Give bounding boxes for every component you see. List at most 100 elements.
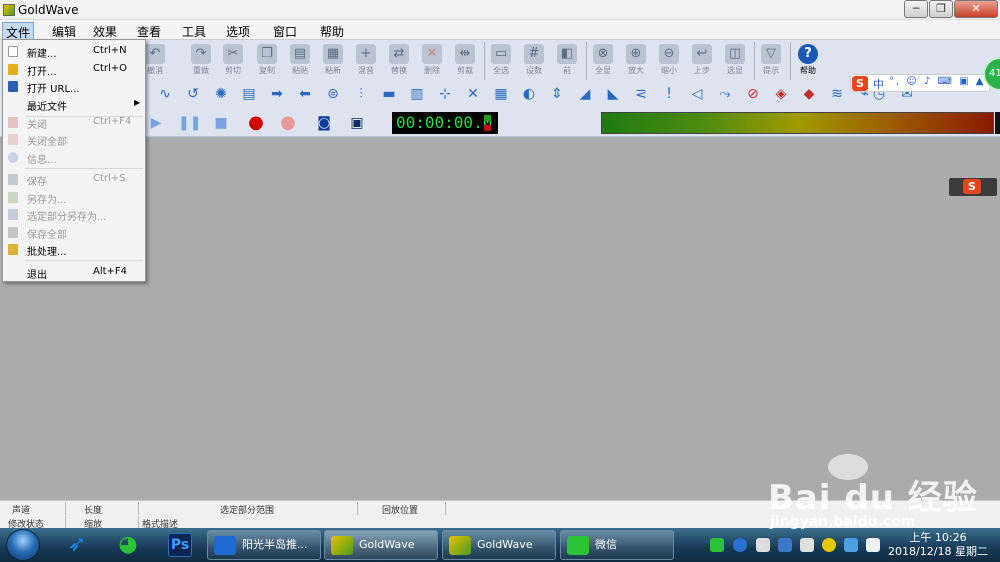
menu-item-batch[interactable]: 批处理...: [3, 241, 145, 258]
paste-button[interactable]: ▤ 粘贴: [285, 42, 315, 78]
pause-button[interactable]: ❚❚: [178, 113, 201, 133]
redo-button[interactable]: ↷ 重做: [186, 42, 216, 78]
play-button[interactable]: ▶: [146, 113, 166, 133]
menu-help[interactable]: 帮助: [317, 22, 347, 41]
start-button[interactable]: [6, 529, 40, 561]
wechat-tray-icon[interactable]: [710, 538, 724, 552]
show-selection-button[interactable]: ◫ 选显: [720, 42, 750, 78]
menu-item-save-as[interactable]: 另存为...: [3, 189, 145, 206]
menu-window[interactable]: 窗口: [270, 22, 300, 41]
control-properties-button[interactable]: ◙: [314, 113, 334, 133]
taskbar-item-wechat[interactable]: 微信: [560, 530, 674, 560]
record-button[interactable]: ●: [246, 113, 266, 133]
effect-icon[interactable]: ▦: [491, 84, 511, 104]
ime-tool-icons[interactable]: °, ☺ ♪ ⌨ ▣ ▲: [889, 76, 985, 87]
record-pause-button[interactable]: ●: [278, 113, 298, 133]
trim-button[interactable]: ⇹ 剪裁: [450, 42, 480, 78]
effect-icon[interactable]: ◁: [687, 84, 707, 104]
cue-button[interactable]: ▽ 提示: [756, 42, 786, 78]
zoom-out-button[interactable]: ⊖ 缩小: [654, 42, 684, 78]
help-button[interactable]: ? 帮助: [793, 42, 823, 78]
menu-item-save-selection-as[interactable]: 选定部分另存为...: [3, 206, 145, 223]
effect-icon[interactable]: ➡: [267, 84, 287, 104]
menu-item-close[interactable]: 关闭 Ctrl+F4: [3, 114, 145, 131]
select-all-button[interactable]: ▭ 全选: [486, 42, 516, 78]
volume-icon[interactable]: [756, 538, 770, 552]
taskbar-item-goldwave[interactable]: GoldWave: [442, 530, 556, 560]
effect-icon[interactable]: ⫶: [351, 84, 371, 104]
effect-icon[interactable]: ⊹: [435, 84, 455, 104]
ime-toolbar[interactable]: S 中 °, ☺ ♪ ⌨ ▣ ▲: [850, 74, 990, 92]
workspace-area[interactable]: [0, 137, 1000, 500]
menu-item-save[interactable]: 保存 Ctrl+S: [3, 171, 145, 188]
minimize-button[interactable]: ─: [904, 0, 928, 18]
menu-options[interactable]: 选项: [223, 22, 253, 41]
ime-mode-label[interactable]: 中: [873, 76, 884, 92]
set-marker-button[interactable]: # 设数: [519, 42, 549, 78]
network-icon[interactable]: [800, 538, 814, 552]
ime-floating-widget[interactable]: S: [949, 178, 997, 196]
menu-item-exit[interactable]: 退出 Alt+F4: [3, 264, 145, 281]
menu-item-save-all[interactable]: 保存全部: [3, 224, 145, 241]
menu-bar: 文件 编辑 效果 查看 工具 选项 窗口 帮助: [0, 20, 1000, 43]
tray-app-icon[interactable]: [822, 538, 836, 552]
clock[interactable]: 上午 10:26 2018/12/18 星期二: [888, 531, 988, 559]
battery-icon[interactable]: [866, 538, 880, 552]
menu-item-info[interactable]: 信息...: [3, 149, 145, 166]
menu-tools[interactable]: 工具: [179, 22, 209, 41]
wechat-pinned-icon[interactable]: ◕: [110, 530, 146, 560]
copy-button[interactable]: ❐ 复制: [252, 42, 282, 78]
menu-item-close-all[interactable]: 关闭全部: [3, 131, 145, 148]
taskbar-item[interactable]: 阳光半岛推...: [207, 530, 321, 560]
effect-icon[interactable]: ⊘: [743, 84, 763, 104]
effect-icon[interactable]: ◢: [575, 84, 595, 104]
bluetooth-icon[interactable]: [778, 538, 792, 552]
tray-app-icon[interactable]: [844, 538, 858, 552]
replace-icon: ⇄: [389, 44, 409, 64]
effect-icon[interactable]: ⬅: [295, 84, 315, 104]
menu-item-open-url[interactable]: 打开 URL...: [3, 78, 145, 95]
zoom-full-icon: ⊗: [593, 44, 613, 64]
delete-button[interactable]: ✕ 删除: [417, 42, 447, 78]
visual-window-button[interactable]: ▣: [347, 113, 367, 133]
photoshop-pinned-icon[interactable]: Ps: [168, 533, 192, 557]
effect-icon[interactable]: ✕: [463, 84, 483, 104]
previous-button[interactable]: ◧ 前: [552, 42, 582, 78]
status-led-green: [484, 115, 491, 121]
effect-icon[interactable]: ▤: [239, 84, 259, 104]
cut-button[interactable]: ✂ 剪切: [218, 42, 248, 78]
effect-icon[interactable]: ⇕: [547, 84, 567, 104]
close-button[interactable]: ✕: [954, 0, 998, 18]
menu-item-open[interactable]: 打开... Ctrl+O: [3, 61, 145, 78]
effect-icon[interactable]: ▥: [407, 84, 427, 104]
menu-item-recent-files[interactable]: 最近文件 ▶: [3, 96, 145, 113]
effect-icon[interactable]: ≋: [827, 84, 847, 104]
effect-icon[interactable]: ↺: [183, 84, 203, 104]
stop-button[interactable]: ■: [211, 113, 231, 133]
effect-icon[interactable]: ▬: [379, 84, 399, 104]
paste-new-button[interactable]: ▦ 粘新: [318, 42, 348, 78]
level-meter: [601, 112, 994, 134]
zoom-in-button[interactable]: ⊕ 放大: [621, 42, 651, 78]
tray-app-icon[interactable]: [733, 538, 747, 552]
previous-icon: ◧: [557, 44, 577, 64]
effect-icon[interactable]: ◣: [603, 84, 623, 104]
toolbar-divider: [586, 42, 587, 80]
show-all-button[interactable]: ⊗ 全显: [588, 42, 618, 78]
maximize-button[interactable]: ❐: [929, 0, 953, 18]
effect-icon[interactable]: ◐: [519, 84, 539, 104]
effect-icon[interactable]: ✺: [211, 84, 231, 104]
pinned-app-icon[interactable]: ➶: [60, 530, 94, 560]
replace-button[interactable]: ⇄ 替换: [384, 42, 414, 78]
effect-icon[interactable]: ◈: [771, 84, 791, 104]
taskbar-item-goldwave[interactable]: GoldWave: [324, 530, 438, 560]
effect-icon[interactable]: ⤳: [715, 84, 735, 104]
effect-icon[interactable]: ◆: [799, 84, 819, 104]
previous-step-button[interactable]: ↩ 上步: [687, 42, 717, 78]
menu-item-new[interactable]: 新建... Ctrl+N: [3, 43, 145, 60]
effect-icon[interactable]: ⋜: [631, 84, 651, 104]
effect-icon[interactable]: !: [659, 84, 679, 104]
effect-icon[interactable]: ⊜: [323, 84, 343, 104]
mix-button[interactable]: + 混音: [351, 42, 381, 78]
effect-icon[interactable]: ∿: [155, 84, 175, 104]
